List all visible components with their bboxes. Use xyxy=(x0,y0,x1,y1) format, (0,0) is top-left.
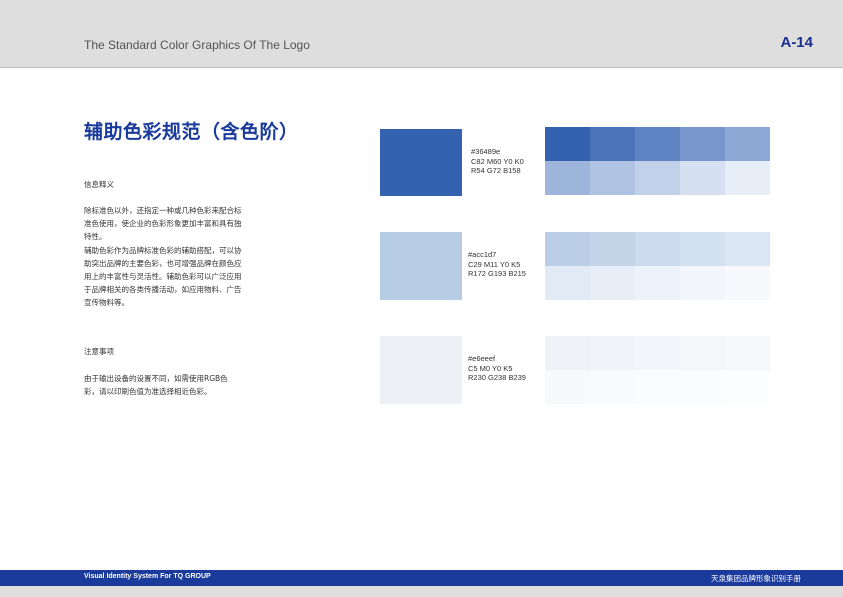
tint-cell xyxy=(590,127,635,161)
tint-cell xyxy=(635,232,680,266)
hex-value: #e6eeef xyxy=(468,354,496,363)
main-swatch-3 xyxy=(380,336,462,404)
tint-cell xyxy=(545,232,590,266)
info-line: 于品牌相关的各类传播活动，如应用物料、广告 xyxy=(84,285,242,295)
info-line: 宣传物料等。 xyxy=(84,298,129,308)
info-line: 辅助色彩作为品牌标准色彩的辅助搭配，可以协 xyxy=(84,245,242,255)
note-line: 由于输出设备的设置不同，如需使用RGB色 xyxy=(84,374,228,383)
footer-right-text: 天泉集团品牌形象识别手册 xyxy=(711,574,801,583)
info-line: 除标准色以外，还指定一种或几种色彩来配合标 xyxy=(84,206,242,215)
hex-value: #36489e xyxy=(471,147,501,156)
cmyk-value: C5 M0 Y0 K5 xyxy=(468,363,513,373)
tint-cell xyxy=(725,370,770,404)
rgb-value: R230 G238 B239 xyxy=(468,373,526,382)
main-swatch-1 xyxy=(380,129,462,196)
tint-cell xyxy=(680,232,725,266)
tint-cell xyxy=(590,161,635,195)
tint-cell xyxy=(545,266,590,300)
tint-row xyxy=(545,161,770,195)
tint-cell xyxy=(725,161,770,195)
bottom-strip xyxy=(0,586,843,597)
header-title: The Standard Color Graphics Of The Logo xyxy=(84,38,310,52)
tint-cell xyxy=(590,370,635,404)
tint-cell xyxy=(545,336,590,370)
tint-row xyxy=(545,232,770,266)
tint-cell xyxy=(680,127,725,161)
page-header: The Standard Color Graphics Of The Logo … xyxy=(0,0,843,68)
tint-cell xyxy=(635,266,680,300)
hex-value: #acc1d7 xyxy=(468,250,497,259)
tint-cell xyxy=(590,266,635,300)
tint-cell xyxy=(680,161,725,195)
note-label: 注意事项 xyxy=(84,347,114,356)
note-line: 彩，请以印刷色值为准选择相近色彩。 xyxy=(84,387,212,397)
color-code-3: #e6eeef C5 M0 Y0 K5 R230 G238 B239 xyxy=(468,354,526,383)
page-title: 辅助色彩规范（含色阶） xyxy=(84,121,299,143)
tint-cell xyxy=(545,161,590,195)
info-label: 信息释义 xyxy=(84,180,114,189)
tint-grid-3 xyxy=(545,336,770,404)
info-line: 准色使用，使企业的色彩形象更加丰富和具有独 xyxy=(84,219,242,229)
tint-cell xyxy=(635,161,680,195)
tint-cell xyxy=(545,370,590,404)
tint-row xyxy=(545,336,770,370)
footer-left-text: Visual Identity System For TQ GROUP xyxy=(84,573,211,580)
tint-cell xyxy=(725,127,770,161)
note-paragraph: 由于输出设备的设置不同，如需使用RGB色 彩，请以印刷色值为准选择相近色彩。 xyxy=(84,372,259,398)
tint-grid-1 xyxy=(545,127,770,195)
info-paragraph: 除标准色以外，还指定一种或几种色彩来配合标 准色使用，使企业的色彩形象更加丰富和… xyxy=(84,204,259,310)
tint-row xyxy=(545,127,770,161)
tint-cell xyxy=(680,370,725,404)
info-line: 特性。 xyxy=(84,232,107,242)
tint-cell xyxy=(725,266,770,300)
tint-cell xyxy=(635,370,680,404)
tint-cell xyxy=(590,232,635,266)
tint-cell xyxy=(635,336,680,370)
tint-row xyxy=(545,266,770,300)
color-code-2: #acc1d7 C29 M11 Y0 K5 R172 G193 B215 xyxy=(468,250,526,279)
tint-cell xyxy=(725,232,770,266)
info-line: 用上的丰富性与灵活性。辅助色彩可以广泛应用 xyxy=(84,272,242,282)
tint-cell xyxy=(680,266,725,300)
rgb-value: R54 G72 B158 xyxy=(471,166,521,175)
tint-cell xyxy=(680,336,725,370)
footer-bar: Visual Identity System For TQ GROUP 天泉集团… xyxy=(0,570,843,586)
cmyk-value: C29 M11 Y0 K5 xyxy=(468,259,521,269)
tint-cell xyxy=(635,127,680,161)
tint-cell xyxy=(545,127,590,161)
main-swatch-2 xyxy=(380,232,462,300)
rgb-value: R172 G193 B215 xyxy=(468,269,526,278)
cmyk-value: C82 M60 Y0 K0 xyxy=(471,156,524,166)
page-number: A-14 xyxy=(780,34,813,51)
tint-grid-2 xyxy=(545,232,770,300)
color-code-1: #36489e C82 M60 Y0 K0 R54 G72 B158 xyxy=(471,147,524,176)
tint-row xyxy=(545,370,770,404)
info-line: 助突出品牌的主要色彩，也可增强品牌在颜色应 xyxy=(84,258,242,268)
tint-cell xyxy=(590,336,635,370)
tint-cell xyxy=(725,336,770,370)
